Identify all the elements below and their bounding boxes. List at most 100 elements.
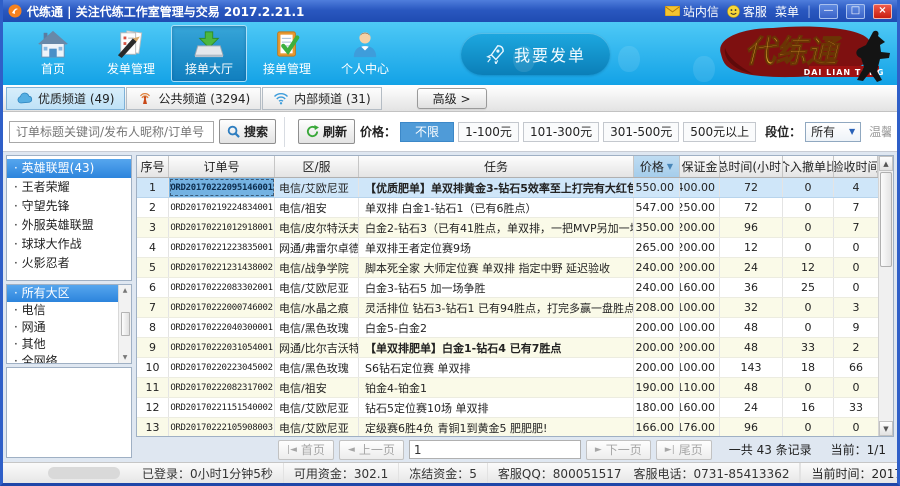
table-row[interactable]: 3ORD20170221012918001电信/皮尔特沃夫白金2-钻石3（已有4… xyxy=(137,218,878,238)
scroll-down-icon[interactable]: ▼ xyxy=(879,421,893,436)
sidebar-item-game[interactable]: 英雄联盟(43) xyxy=(7,159,131,178)
table-cell: 9 xyxy=(137,338,169,357)
maximize-button[interactable]: □ xyxy=(846,4,865,19)
nav-item-order-manage[interactable]: 接单管理 xyxy=(249,25,325,82)
table-cell: 3 xyxy=(137,218,169,237)
sidebar-item-game[interactable]: 守望先锋 xyxy=(7,197,131,216)
close-button[interactable]: × xyxy=(873,4,892,19)
rank-dropdown[interactable]: 所有 ▼ xyxy=(805,122,861,142)
advanced-button[interactable]: 高级 > xyxy=(417,88,487,109)
column-header-cancel-ratio[interactable]: 介入撤单比 xyxy=(783,156,834,177)
tab-premium-channel[interactable]: 优质频道 (49) xyxy=(6,87,125,110)
post-order-button[interactable]: 我要发单 xyxy=(461,33,610,75)
table-cell: ORD20170222105908003 xyxy=(169,418,275,437)
nav-label-order-hall: 接单大厅 xyxy=(185,60,233,77)
sidebar-item-region[interactable]: 所有大区 xyxy=(7,285,118,302)
table-scrollbar[interactable]: ▲ ▼ xyxy=(878,156,893,436)
search-icon xyxy=(227,125,240,138)
scroll-thumb[interactable] xyxy=(121,312,130,336)
lantern-decoration xyxy=(513,46,535,72)
refresh-button[interactable]: 刷新 xyxy=(298,119,355,144)
table-cell: 166.00 xyxy=(634,418,680,437)
table-row[interactable]: 9ORD20170222031054001网通/比尔吉沃特【单双排肥单】白金1-… xyxy=(137,338,878,358)
table-row[interactable]: 13ORD20170222105908003电信/艾欧尼亚定级赛6胜4负 青铜1… xyxy=(137,418,878,437)
scroll-up-icon[interactable]: ▲ xyxy=(879,156,893,171)
price-option[interactable]: 101-300元 xyxy=(523,122,599,142)
table-row[interactable]: 5ORD20170221231438002电信/战争学院脚本死全家 大师定位赛 … xyxy=(137,258,878,278)
scroll-thumb[interactable] xyxy=(880,172,892,267)
column-header-task[interactable]: 任务 xyxy=(359,156,634,177)
table-cell: 160.00 xyxy=(680,278,720,297)
tab-public-channel[interactable]: 公共频道 (3294) xyxy=(126,87,261,110)
tab-label: 优质频道 (49) xyxy=(38,90,114,107)
nav-item-order-hall[interactable]: 接单大厅 xyxy=(171,25,247,82)
column-header-index[interactable]: 序号 xyxy=(137,156,169,177)
column-header-total-hours[interactable]: 总时间(小时) xyxy=(720,156,783,177)
table-cell: 200.00 xyxy=(634,358,680,377)
table-row[interactable]: 7ORD20170222000746002电信/水晶之痕灵活排位 钻石3-钻石1… xyxy=(137,298,878,318)
table-row[interactable]: 11ORD20170222082317002电信/祖安铂金4-铂金1190.00… xyxy=(137,378,878,398)
table-cell: 0 xyxy=(834,278,878,297)
table-row[interactable]: 4ORD20170221223835001网通/弗雷尔卓德单双排王者定位赛9场2… xyxy=(137,238,878,258)
table-row[interactable]: 10ORD20170220223045002电信/黑色玫瑰S6钻石定位赛 单双排… xyxy=(137,358,878,378)
sidebar-item-region[interactable]: 网通 xyxy=(7,319,118,336)
table-cell: 7 xyxy=(834,198,878,217)
price-option[interactable]: 不限 xyxy=(400,122,454,142)
home-icon xyxy=(37,30,69,58)
sidebar-item-region[interactable]: 其他 xyxy=(7,336,118,353)
region-scrollbar[interactable]: ▲ ▼ xyxy=(118,285,131,363)
table-cell: ORD20170221151540002 xyxy=(169,398,275,417)
column-header-accept-time[interactable]: 验收时间 xyxy=(834,156,878,177)
table-cell: 定级赛6胜4负 青铜1到黄金5 肥肥肥! xyxy=(359,418,634,437)
table-cell: 电信/战争学院 xyxy=(275,258,359,277)
post-manage-icon xyxy=(115,30,147,58)
first-page-button[interactable]: |◄ 首页 xyxy=(278,440,334,460)
price-option[interactable]: 500元以上 xyxy=(683,122,756,142)
content-area: 序号 订单号 区/服 任务 价格 ▼ 保证金 总时间(小时) 介入撤单比 验收时… xyxy=(134,152,897,462)
price-option[interactable]: 1-100元 xyxy=(458,122,519,142)
table-cell: 350.00 xyxy=(634,218,680,237)
table-cell: 0 xyxy=(834,378,878,397)
table-cell: 电信/祖安 xyxy=(275,198,359,217)
sidebar-item-region[interactable]: 电信 xyxy=(7,302,118,319)
nav-item-home[interactable]: 首页 xyxy=(15,25,91,82)
table-row[interactable]: 12ORD20170221151540002电信/艾欧尼亚钻石5定位赛10场 单… xyxy=(137,398,878,418)
sidebar-item-region[interactable]: 全网络 xyxy=(7,353,118,364)
column-header-order-id[interactable]: 订单号 xyxy=(169,156,275,177)
column-header-price[interactable]: 价格 ▼ xyxy=(634,156,680,177)
scroll-up-icon[interactable]: ▲ xyxy=(123,287,128,294)
sidebar-item-game[interactable]: 王者荣耀 xyxy=(7,178,131,197)
next-page-button[interactable]: ► 下一页 xyxy=(586,440,651,460)
prev-page-button[interactable]: ◄ 上一页 xyxy=(339,440,404,460)
nav-item-post-manage[interactable]: 发单管理 xyxy=(93,25,169,82)
nav-item-profile[interactable]: 个人中心 xyxy=(327,25,403,82)
sidebar-item-game[interactable]: 外服英雄联盟 xyxy=(7,216,131,235)
table-cell: 0 xyxy=(783,178,834,197)
last-page-button[interactable]: ►| 尾页 xyxy=(656,440,712,460)
column-header-region[interactable]: 区/服 xyxy=(275,156,359,177)
page-number-input[interactable] xyxy=(409,440,581,459)
menu-button[interactable]: 菜单 xyxy=(775,3,799,20)
price-option[interactable]: 301-500元 xyxy=(603,122,679,142)
table-cell: ORD20170222031054001 xyxy=(169,338,275,357)
table-row[interactable]: 8ORD20170222040300001电信/黑色玫瑰白金5-白金2200.0… xyxy=(137,318,878,338)
support-phone-text: 客服电话：0731-85413362 xyxy=(634,465,790,482)
search-input[interactable] xyxy=(9,121,214,143)
inbox-button[interactable]: 站内信 xyxy=(665,3,719,20)
tab-internal-channel[interactable]: 内部频道 (31) xyxy=(262,87,381,110)
table-cell: 白金2-钻石3（已有41胜点，单双排，一把MVP另加一块） xyxy=(359,218,634,237)
table-cell: 1 xyxy=(137,178,169,197)
search-button[interactable]: 搜索 xyxy=(219,119,276,144)
table-row[interactable]: 2ORD20170219224834001电信/祖安单双排 白金1-钻石1（已有… xyxy=(137,198,878,218)
minimize-button[interactable]: — xyxy=(819,4,838,19)
sidebar-item-game[interactable]: 火影忍者 xyxy=(7,254,131,273)
table-row[interactable]: 1ORD20170222095146001电信/艾欧尼亚【优质肥单】单双排黄金3… xyxy=(137,178,878,198)
table-cell: 白金3-钻石5 加一场争胜 xyxy=(359,278,634,297)
scroll-down-icon[interactable]: ▼ xyxy=(123,354,128,361)
table-cell: 脚本死全家 大师定位赛 单双排 指定中野 延迟验收 xyxy=(359,258,634,277)
sidebar-item-game[interactable]: 球球大作战 xyxy=(7,235,131,254)
table-row[interactable]: 6ORD20170222083302001电信/艾欧尼亚白金3-钻石5 加一场争… xyxy=(137,278,878,298)
login-duration-text: 已登录：0小时1分钟5秒 xyxy=(132,463,284,483)
customer-service-button[interactable]: 客服 xyxy=(727,3,767,20)
column-header-deposit[interactable]: 保证金 xyxy=(680,156,720,177)
